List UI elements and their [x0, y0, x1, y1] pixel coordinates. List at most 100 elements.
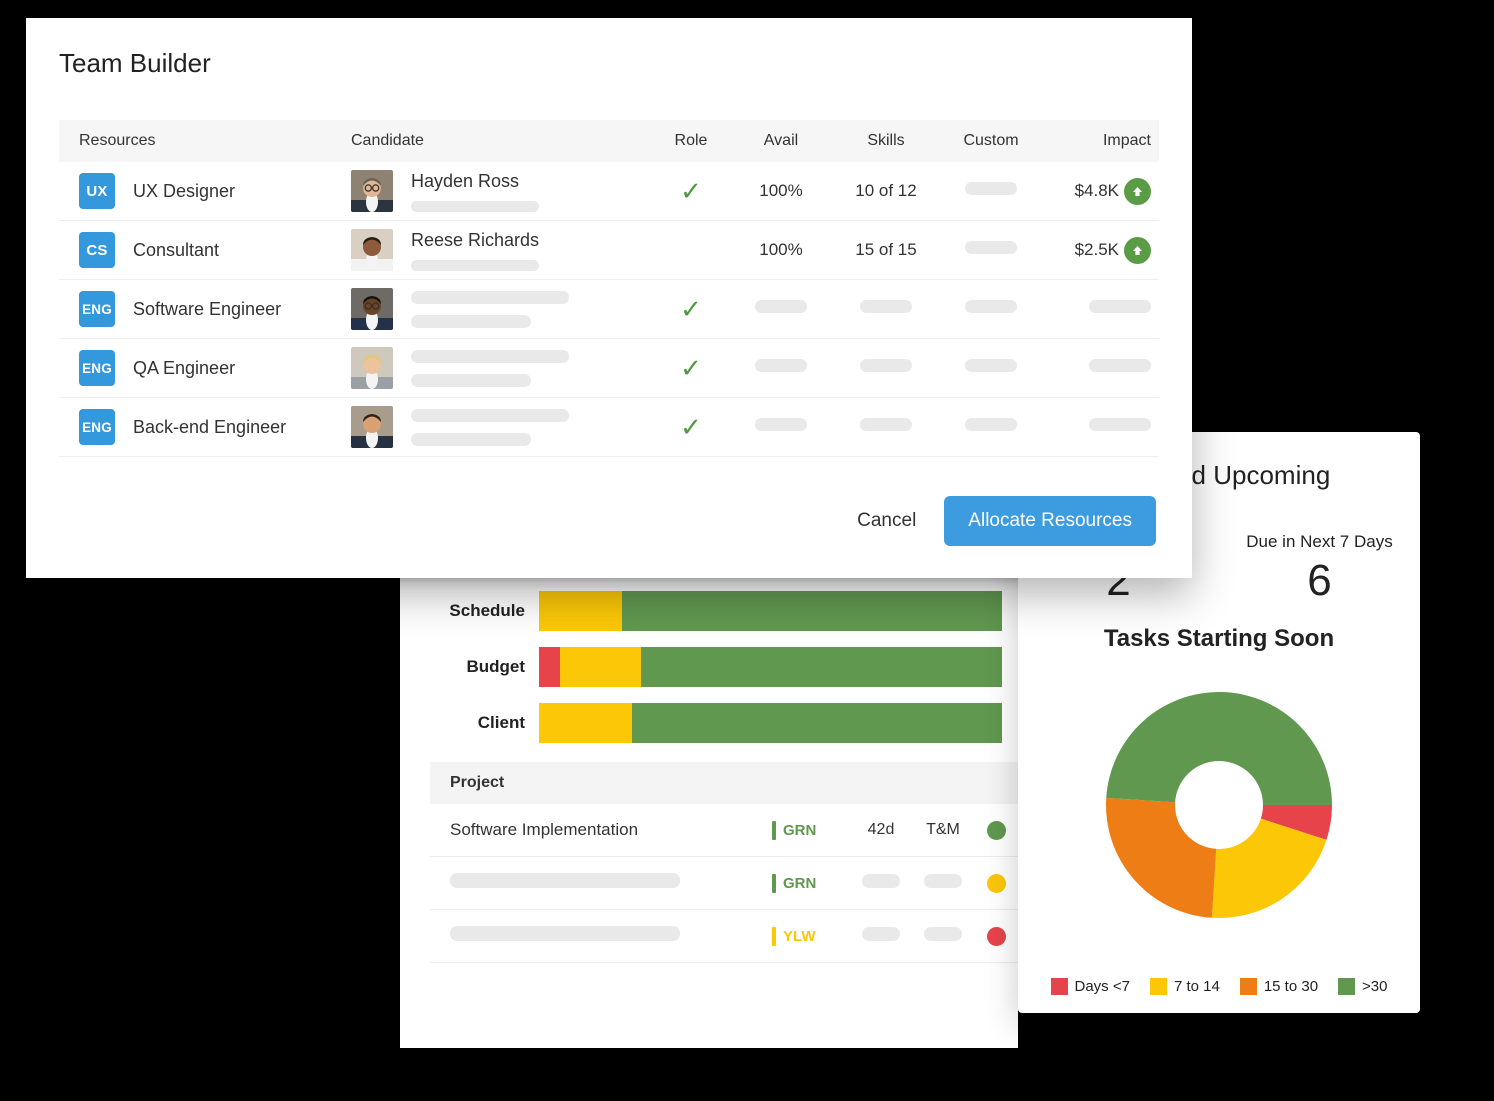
donut-svg — [1106, 692, 1332, 918]
arrow-up-icon — [1124, 177, 1151, 205]
dialog-actions: Cancel Allocate Resources — [851, 496, 1156, 546]
legend-label: Days <7 — [1074, 978, 1130, 995]
project-column-header: Project — [450, 774, 505, 791]
bar-segment — [622, 591, 1002, 631]
skills-value: 10 of 12 — [855, 181, 917, 200]
flag-label: YLW — [783, 927, 816, 945]
tasks-donut-chart — [1018, 681, 1420, 929]
skills-cell: 10 of 12 — [831, 181, 941, 201]
project-days-cell — [850, 926, 912, 946]
project-status — [974, 873, 1018, 893]
custom-placeholder — [965, 241, 1017, 254]
project-row[interactable]: Software Implementation GRN 42d T&M — [430, 804, 1018, 857]
project-table-body: Software Implementation GRN 42d T&M GRN YLW — [430, 804, 1018, 963]
candidate-subline-placeholder — [411, 373, 531, 387]
table-row[interactable]: UX UX Designer Hayden Ross ✓ 100% 10 of 12 $4.… — [59, 162, 1159, 221]
avail-placeholder — [755, 300, 807, 313]
donut-slice--30[interactable] — [1106, 692, 1332, 805]
candidate-subline-placeholder — [411, 314, 531, 328]
check-icon: ✓ — [680, 175, 702, 206]
kpi-bar-row: Budget — [400, 639, 1018, 695]
arrow-up-icon — [1124, 236, 1151, 264]
avatar — [351, 347, 393, 389]
project-type-placeholder — [924, 926, 962, 941]
skills-cell: 15 of 15 — [831, 240, 941, 260]
impact-placeholder — [1089, 300, 1151, 313]
candidate-name: Reese Richards — [411, 229, 540, 250]
project-table-header: Project — [430, 762, 1018, 804]
kpi-bar-label: Budget — [466, 657, 525, 676]
candidate-info — [411, 408, 569, 446]
avatar — [351, 229, 393, 271]
legend-item: 7 to 14 — [1149, 978, 1220, 995]
role-badge: ENG — [79, 291, 115, 327]
skills-placeholder — [860, 418, 912, 431]
kpi-bar-label: Client — [477, 713, 525, 732]
projects-panel: Schedule Budget Client Project Software Im… — [400, 575, 1018, 1048]
custom-placeholder — [965, 182, 1017, 195]
custom-placeholder — [965, 418, 1017, 431]
role-cell: ✓ — [651, 178, 731, 205]
avail-value: 100% — [759, 181, 803, 200]
skills-cell — [831, 300, 941, 318]
legend-swatch — [1239, 978, 1257, 995]
project-flag: GRN — [772, 873, 850, 893]
candidate-info — [411, 290, 569, 328]
status-badge — [986, 926, 1006, 946]
project-name: Software Implementation — [450, 820, 639, 839]
role-badge: CS — [79, 232, 115, 268]
resource-name: Software Engineer — [133, 298, 282, 319]
role-badge: ENG — [79, 409, 115, 445]
impact-value: $2.5K — [1074, 240, 1119, 259]
project-row[interactable]: YLW — [430, 910, 1018, 963]
avatar — [351, 170, 393, 212]
table-row[interactable]: ENG Back-end Engineer ✓ — [59, 398, 1159, 457]
project-days: 42d — [867, 821, 895, 838]
table-row[interactable]: CS Consultant Reese Richards 100% 15 of 15 $2… — [59, 221, 1159, 280]
candidate-info: Reese Richards — [411, 230, 539, 271]
bar-segment — [539, 647, 560, 687]
project-type-placeholder — [924, 873, 962, 888]
flag-label: GRN — [783, 874, 817, 892]
column-header-role: Role — [674, 132, 708, 149]
column-header-avail: Avail — [763, 132, 799, 149]
avail-cell: 100% — [731, 240, 831, 260]
kpi-bar-track — [539, 591, 1002, 631]
project-row[interactable]: GRN — [430, 857, 1018, 910]
kpi-bar-list: Schedule Budget Client — [400, 583, 1018, 751]
check-icon: ✓ — [680, 411, 702, 442]
legend-item: 15 to 30 — [1239, 978, 1318, 995]
legend-swatch — [1149, 978, 1167, 995]
resource-name: Consultant — [133, 239, 220, 260]
flag-label: GRN — [783, 821, 817, 839]
table-row[interactable]: ENG Software Engineer ✓ — [59, 280, 1159, 339]
candidate-subline-placeholder — [411, 200, 539, 212]
candidate-info: Hayden Ross — [411, 171, 539, 212]
skills-placeholder — [860, 300, 912, 313]
column-header-skills: Skills — [867, 132, 905, 149]
bar-segment — [631, 703, 1002, 743]
legend-swatch — [1050, 978, 1068, 995]
legend-item: Days <7 — [1050, 978, 1130, 995]
role-cell: ✓ — [651, 414, 731, 441]
resource-name: UX Designer — [133, 180, 236, 201]
custom-placeholder — [965, 359, 1017, 372]
skills-cell — [831, 418, 941, 436]
flag-bar-icon — [772, 873, 776, 893]
table-row[interactable]: ENG QA Engineer ✓ — [59, 339, 1159, 398]
avail-cell — [731, 300, 831, 318]
allocate-resources-button[interactable]: Allocate Resources — [944, 496, 1156, 546]
bar-segment — [640, 647, 1002, 687]
project-type-cell — [912, 873, 974, 893]
custom-cell — [941, 300, 1041, 318]
cancel-button[interactable]: Cancel — [851, 502, 922, 540]
legend-item: >30 — [1338, 978, 1388, 995]
kpi-caption: Due in Next 7 Days — [1246, 532, 1393, 551]
kpi-bar-track — [539, 703, 1002, 743]
avail-cell — [731, 418, 831, 436]
donut-slice-15-to-30[interactable] — [1106, 797, 1217, 918]
impact-cell: $2.5K — [1041, 236, 1159, 264]
avail-placeholder — [755, 359, 807, 372]
project-type: T&M — [926, 821, 960, 838]
project-flag: GRN — [772, 820, 850, 840]
